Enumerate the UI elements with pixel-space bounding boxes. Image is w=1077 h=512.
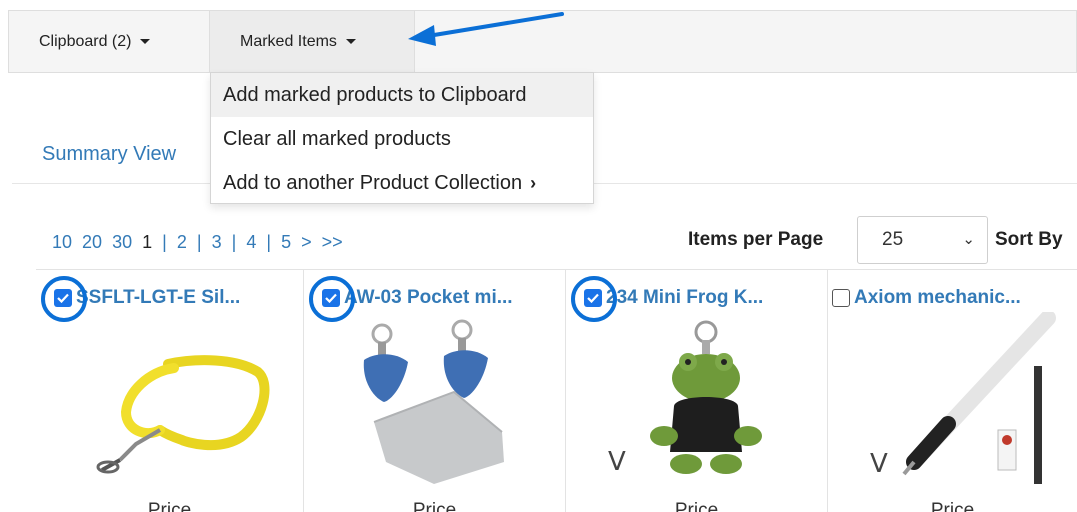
price-label: Price — [674, 500, 719, 512]
product-checkbox-checked[interactable] — [584, 289, 602, 307]
svg-text:V: V — [608, 447, 626, 477]
product-title-row: 234 Mini Frog K... — [584, 287, 763, 309]
page-link-2[interactable]: 2 — [177, 232, 187, 252]
page-link-4[interactable]: 4 — [246, 232, 256, 252]
product-grid: SSFLT-LGT-E Sil... Price AW-03 Pocket mi… — [36, 269, 1077, 512]
marked-items-label: Marked Items — [240, 32, 337, 50]
product-name-link[interactable]: Axiom mechanic... — [854, 287, 1021, 309]
product-checkbox-checked[interactable] — [322, 289, 340, 307]
pager-separator: | — [162, 232, 167, 252]
clipboard-dropdown-button[interactable]: Clipboard (2) — [9, 11, 210, 72]
last-page-link[interactable]: >> — [322, 232, 343, 252]
svg-text:V: V — [870, 449, 888, 479]
annotation-arrow-icon — [408, 12, 564, 46]
checkmark-icon — [57, 293, 69, 303]
caret-down-icon — [140, 39, 151, 44]
chevron-right-icon: › — [530, 172, 537, 193]
menu-item-label: Add to another Product Collection — [223, 171, 523, 194]
checkmark-icon — [587, 293, 599, 303]
marked-items-dropdown-button[interactable]: Marked Items — [210, 11, 415, 72]
product-card: SSFLT-LGT-E Sil... Price — [36, 270, 304, 512]
checkmark-icon — [325, 293, 337, 303]
page-size-20[interactable]: 20 — [82, 232, 102, 252]
page-link-5[interactable]: 5 — [281, 232, 291, 252]
price-label: Price — [930, 500, 975, 512]
pager-separator: | — [231, 232, 237, 252]
chevron-down-icon: ⌄ — [962, 231, 975, 248]
menu-item-add-to-collection[interactable]: Add to another Product Collection › — [211, 161, 593, 205]
price-label: Price — [412, 500, 457, 512]
current-page: 1 — [142, 232, 153, 252]
product-card: 234 Mini Frog K... V Price — [566, 270, 828, 512]
items-per-page-value: 25 — [882, 229, 904, 250]
pager-separator: | — [196, 232, 202, 252]
microfiber-pouch-image[interactable] — [304, 312, 566, 492]
product-title-row: SSFLT-LGT-E Sil... — [54, 287, 240, 309]
product-checkbox-checked[interactable] — [54, 289, 72, 307]
clipboard-label: Clipboard (2) — [39, 32, 132, 50]
price-label: Price — [147, 500, 192, 512]
menu-item-label: Add marked products to Clipboard — [223, 83, 527, 106]
menu-item-clear-marked[interactable]: Clear all marked products — [211, 117, 593, 161]
menu-item-add-to-clipboard[interactable]: Add marked products to Clipboard — [211, 73, 593, 117]
items-per-page-select[interactable]: 25 ⌄ — [857, 216, 988, 264]
marked-items-menu: Add marked products to Clipboard Clear a… — [210, 72, 594, 204]
pager-separator: | — [266, 232, 272, 252]
page-link-3[interactable]: 3 — [212, 232, 222, 252]
product-title-row: AW-03 Pocket mi... — [322, 287, 513, 309]
caret-down-icon — [345, 39, 356, 44]
product-name-link[interactable]: 234 Mini Frog K... — [606, 287, 763, 309]
page-size-30[interactable]: 30 — [112, 232, 132, 252]
lanyard-image[interactable] — [36, 312, 304, 492]
product-title-row: Axiom mechanic... — [832, 287, 1021, 309]
page-size-10[interactable]: 10 — [52, 232, 72, 252]
product-card: Axiom mechanic... V Price — [828, 270, 1077, 512]
menu-item-label: Clear all marked products — [223, 127, 451, 150]
product-card: AW-03 Pocket mi... Price — [304, 270, 566, 512]
sort-by-label: Sort By — [995, 229, 1063, 250]
summary-view-link[interactable]: Summary View — [42, 143, 176, 166]
items-per-page-label: Items per Page — [688, 229, 824, 250]
product-name-link[interactable]: AW-03 Pocket mi... — [344, 287, 513, 309]
product-name-link[interactable]: SSFLT-LGT-E Sil... — [76, 287, 240, 309]
product-checkbox-unchecked[interactable] — [832, 289, 850, 307]
next-page-link[interactable]: > — [301, 232, 312, 252]
frog-plush-image[interactable]: V — [566, 312, 828, 492]
pager: 10 20 30 1 | 2 | 3 | 4 | 5 > >> — [52, 232, 348, 253]
pencil-image[interactable]: V — [828, 312, 1077, 492]
